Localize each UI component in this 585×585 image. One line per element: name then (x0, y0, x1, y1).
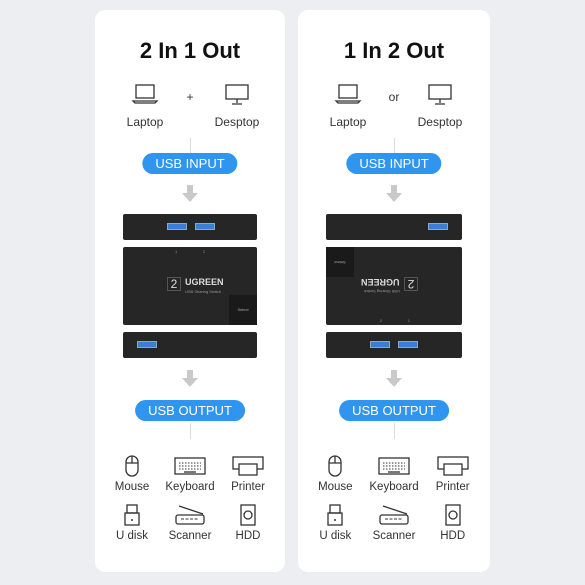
arrow-down-icon (182, 378, 198, 387)
hdd-icon (423, 503, 482, 527)
peripheral-label: Keyboard (369, 481, 419, 493)
printer-icon (219, 454, 277, 478)
source-label: Laptop (126, 115, 164, 129)
peripheral-label: Printer (435, 481, 470, 493)
port-label: 1 (175, 249, 178, 254)
peripheral-hdd: HDD (423, 503, 482, 542)
panel-1-in-2-out: 1 In 2 Out Laptop Desptop or USB INPUT 2 … (298, 10, 490, 572)
peripheral-label: HDD (235, 530, 261, 542)
separator: + (186, 90, 194, 104)
arrow-down-icon (386, 193, 402, 202)
peripheral-label: U disk (116, 530, 148, 542)
usb-drive-icon (103, 503, 161, 527)
select-button: Select (326, 247, 354, 277)
peripheral-scanner: Scanner (161, 503, 219, 542)
device-bottom-side (326, 332, 462, 358)
device-top-side (123, 214, 257, 240)
peripheral-printer: Printer (423, 454, 482, 493)
device-subtitle: USB Sharing Switch (185, 289, 222, 294)
peripheral-label: Scanner (168, 530, 212, 542)
scanner-icon (365, 503, 424, 527)
arrow-stem (391, 370, 397, 378)
peripheral-scanner: Scanner (365, 503, 424, 542)
arrow-stem (187, 370, 193, 378)
peripheral-grid: Mouse Keyboard Printer U disk Scanner HDD (298, 454, 490, 542)
usb-output-badge: USB OUTPUT (135, 400, 245, 421)
peripheral-keyboard: Keyboard (161, 454, 219, 493)
scanner-icon (161, 503, 219, 527)
source-label: Laptop (329, 115, 367, 129)
arrow-stem (187, 185, 193, 193)
usb-input-badge: USB INPUT (142, 153, 238, 174)
divider (190, 423, 191, 439)
panel-2-in-1-out: 2 In 1 Out Laptop Desptop + USB INPUT 2 U… (95, 10, 285, 572)
port-label: 2 (379, 318, 382, 323)
panel-title: 1 In 2 Out (343, 38, 445, 63)
port-label: 2 (203, 249, 206, 254)
mouse-icon (306, 454, 365, 478)
source-label: Desptop (417, 115, 463, 129)
peripheral-label: Mouse (114, 481, 150, 493)
device-bottom-side (123, 332, 257, 358)
source-label: Desptop (214, 115, 260, 129)
peripheral-label: Scanner (372, 530, 416, 542)
peripheral-mouse: Mouse (306, 454, 365, 493)
device-brand: UGREEN (185, 277, 224, 287)
peripheral-hdd: HDD (219, 503, 277, 542)
peripheral-label: U disk (319, 530, 352, 542)
panel-title: 2 In 1 Out (139, 38, 241, 63)
peripheral-mouse: Mouse (103, 454, 161, 493)
keyboard-icon (161, 454, 219, 478)
arrow-stem (391, 185, 397, 193)
peripheral-label: Printer (231, 481, 265, 493)
device-brand: UGREEN (361, 277, 400, 287)
divider (394, 423, 395, 439)
peripheral-grid: Mouse Keyboard Printer U disk Scanner HDD (95, 454, 285, 542)
printer-icon (423, 454, 482, 478)
device-body: 2 UGREEN USB Sharing Switch Select 1 2 (123, 247, 257, 325)
divider (394, 138, 395, 154)
peripheral-label: Keyboard (165, 481, 215, 493)
mouse-icon (103, 454, 161, 478)
peripheral-label: HDD (440, 530, 466, 542)
hdd-icon (219, 503, 277, 527)
keyboard-icon (365, 454, 424, 478)
arrow-down-icon (182, 193, 198, 202)
peripheral-keyboard: Keyboard (365, 454, 424, 493)
peripheral-u-disk: U disk (306, 503, 365, 542)
select-button: Select (229, 295, 257, 325)
device-number: 2 (404, 277, 418, 291)
device-subtitle: USB Sharing Switch (363, 289, 400, 294)
usb-input-badge: USB INPUT (346, 153, 442, 174)
usb-output-badge: USB OUTPUT (339, 400, 449, 421)
device-body: 2 UGREEN USB Sharing Switch Select 1 2 (326, 247, 462, 325)
device-number: 2 (167, 277, 181, 291)
peripheral-label: Mouse (318, 481, 353, 493)
peripheral-printer: Printer (219, 454, 277, 493)
separator: or (388, 90, 400, 104)
peripheral-u-disk: U disk (103, 503, 161, 542)
divider (190, 138, 191, 154)
arrow-down-icon (386, 378, 402, 387)
usb-drive-icon (306, 503, 365, 527)
device-top-side (326, 214, 462, 240)
port-label: 1 (407, 318, 410, 323)
